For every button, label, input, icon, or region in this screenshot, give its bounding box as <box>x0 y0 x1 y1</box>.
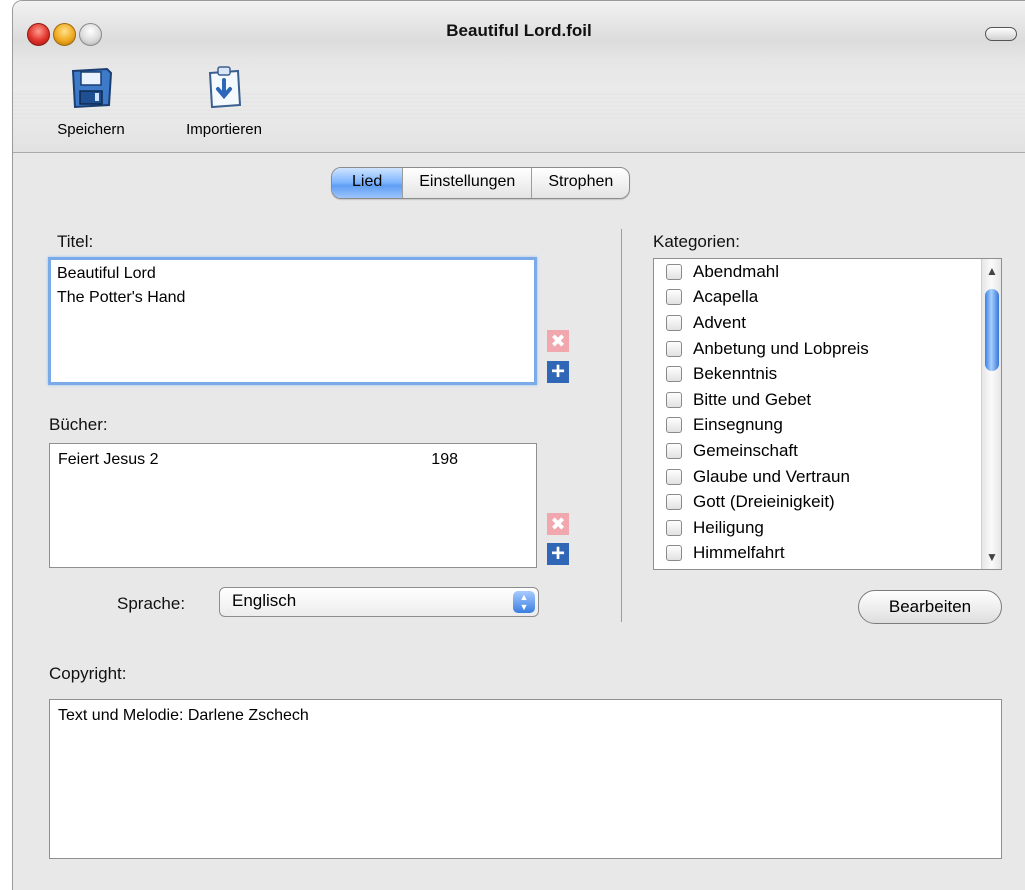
list-item[interactable]: Glaube und Vertraun <box>654 464 1001 490</box>
save-label: Speichern <box>57 121 125 138</box>
list-item[interactable]: Abendmahl <box>654 259 1001 285</box>
title-label: Titel: <box>57 232 94 251</box>
checkbox[interactable] <box>666 391 682 408</box>
category-label: Heiligung <box>693 517 764 537</box>
tab-lied[interactable]: Lied <box>332 168 404 198</box>
checkbox[interactable] <box>666 494 682 511</box>
list-item[interactable]: Bitte und Gebet <box>654 387 1001 413</box>
scroll-up-icon[interactable]: ▲ <box>982 261 1001 281</box>
list-item[interactable]: Einsegnung <box>654 413 1001 439</box>
tab-strophen[interactable]: Strophen <box>532 168 629 198</box>
category-label: Anbetung und Lobpreis <box>693 338 869 358</box>
checkbox[interactable] <box>666 417 682 434</box>
list-item[interactable]: Advent <box>654 310 1001 336</box>
book-number: 198 <box>431 451 458 468</box>
edit-categories-button[interactable]: Bearbeiten <box>858 590 1002 624</box>
book-name: Feiert Jesus 2 <box>58 451 159 468</box>
floppy-disk-icon <box>67 63 115 111</box>
list-item[interactable]: Gemeinschaft <box>654 438 1001 464</box>
list-item[interactable]: Anbetung und Lobpreis <box>654 336 1001 362</box>
checkbox[interactable] <box>666 289 682 306</box>
books-label: Bücher: <box>49 415 108 434</box>
categories-label: Kategorien: <box>653 232 740 251</box>
tab-bar: Lied Einstellungen Strophen <box>331 167 631 199</box>
language-select[interactable]: Englisch ▲ ▼ <box>219 587 539 617</box>
import-clipboard-icon <box>200 63 248 111</box>
copyright-label: Copyright: <box>49 664 127 683</box>
import-button[interactable]: Importieren <box>163 63 285 138</box>
language-value: Englisch <box>232 591 297 610</box>
checkbox[interactable] <box>666 519 682 536</box>
language-label: Sprache: <box>117 594 186 613</box>
title-line: Beautiful Lord <box>57 265 156 282</box>
vertical-divider <box>621 229 622 622</box>
scroll-down-icon[interactable]: ▼ <box>982 547 1001 567</box>
category-label: Bitte und Gebet <box>693 389 812 409</box>
category-label: Glaube und Vertraun <box>693 466 850 486</box>
category-label: Advent <box>693 312 746 332</box>
title-field[interactable]: Beautiful Lord The Potter's Hand <box>48 257 537 385</box>
app-window: Beautiful Lord.foil Speichern Importiere… <box>12 0 1025 890</box>
remove-title-button[interactable]: ✖ <box>547 330 569 352</box>
window-title: Beautiful Lord.foil <box>446 21 592 40</box>
category-label: Abendmahl <box>693 261 780 281</box>
checkbox[interactable] <box>666 263 682 280</box>
checkbox[interactable] <box>666 340 682 357</box>
vertical-scrollbar[interactable]: ▲ ▼ <box>981 259 1001 569</box>
category-label: Gott (Dreieinigkeit) <box>693 492 835 512</box>
add-book-button[interactable]: + <box>547 540 569 567</box>
save-button[interactable]: Speichern <box>41 63 141 138</box>
categories-list[interactable]: Abendmahl Acapella Advent Anbetung und L… <box>653 258 1002 570</box>
add-icon: + <box>550 358 565 385</box>
category-label: Himmelfahrt <box>693 543 785 563</box>
list-item[interactable]: Acapella <box>654 285 1001 311</box>
scroll-thumb[interactable] <box>985 289 999 371</box>
list-item[interactable]: Himmelfahrt <box>654 541 1001 567</box>
checkbox[interactable] <box>666 545 682 562</box>
title-line: The Potter's Hand <box>57 289 186 306</box>
remove-icon: ✖ <box>550 514 566 534</box>
category-label: Acapella <box>693 287 759 307</box>
import-label: Importieren <box>186 121 262 138</box>
toolbar-toggle-button[interactable] <box>985 27 1017 41</box>
checkbox[interactable] <box>666 366 682 383</box>
category-label: Bekenntnis <box>693 364 778 384</box>
checkbox[interactable] <box>666 442 682 459</box>
stepper-arrows-icon: ▲ ▼ <box>513 591 535 613</box>
category-label: Gemeinschaft <box>693 440 798 460</box>
checkbox[interactable] <box>666 468 682 485</box>
category-label: Einsegnung <box>693 415 783 435</box>
copyright-field[interactable]: Text und Melodie: Darlene Zschech <box>49 699 1002 859</box>
list-item[interactable]: Gott (Dreieinigkeit) <box>654 489 1001 515</box>
list-item[interactable]: Feiert Jesus 2 198 <box>58 448 528 472</box>
add-icon: + <box>550 540 565 567</box>
tab-einstellungen[interactable]: Einstellungen <box>403 168 533 198</box>
add-title-button[interactable]: + <box>547 358 569 385</box>
list-item[interactable]: Heiligung <box>654 515 1001 541</box>
copyright-text: Text und Melodie: Darlene Zschech <box>58 707 309 724</box>
books-list[interactable]: Feiert Jesus 2 198 <box>49 443 537 568</box>
remove-icon: ✖ <box>550 331 566 351</box>
list-item[interactable]: Bekenntnis <box>654 361 1001 387</box>
remove-book-button[interactable]: ✖ <box>547 513 569 535</box>
checkbox[interactable] <box>666 314 682 331</box>
